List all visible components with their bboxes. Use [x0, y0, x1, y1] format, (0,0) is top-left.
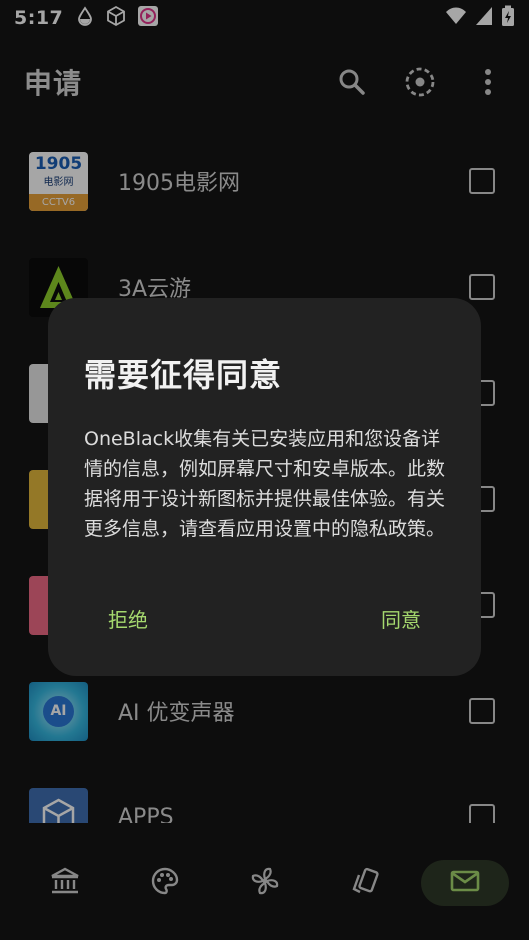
- dialog-title: 需要征得同意: [84, 356, 283, 394]
- deny-button[interactable]: 拒绝: [108, 604, 148, 640]
- dialog-message: OneBlack收集有关已安装应用和您设备详情的信息，例如屏幕尺寸和安卓版本。此…: [84, 428, 446, 540]
- consent-dialog: 需要征得同意 OneBlack收集有关已安装应用和您设备详情的信息，例如屏幕尺寸…: [48, 298, 481, 676]
- agree-button[interactable]: 同意: [381, 604, 421, 640]
